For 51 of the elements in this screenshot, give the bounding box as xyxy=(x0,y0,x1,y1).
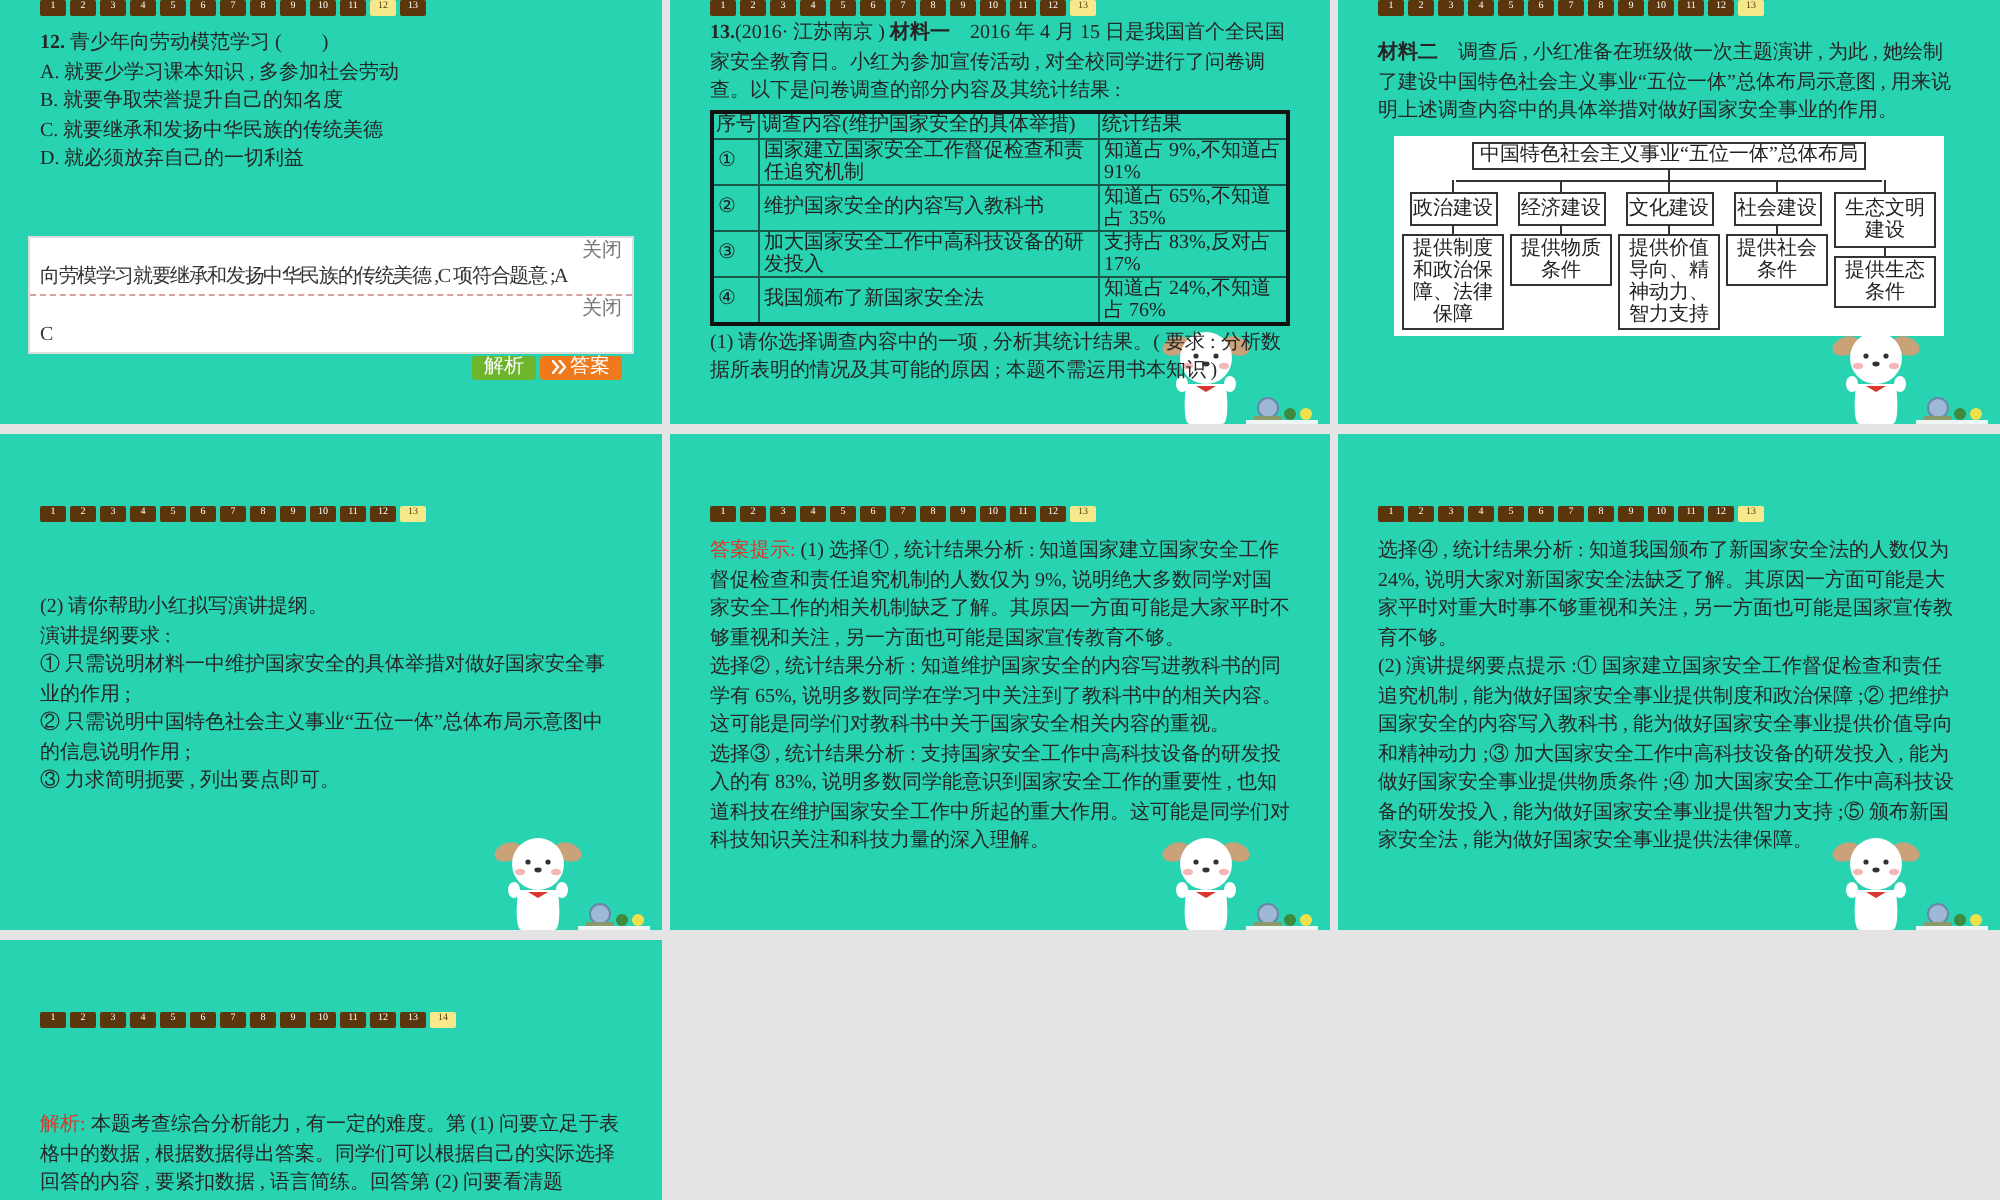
column-header: 统计结果 xyxy=(1099,111,1288,138)
table-cell: 知道占 65%,不知道占 35% xyxy=(1099,184,1288,230)
paragraph-text: 解析: 本题考查综合分析能力 , 有一定的难度。第 (1) 问要立足于表格中的数据 , 根据数据得出答案。同学们可以根据自己的实际选择回答的内容 , 要紧扣数据 , 语言简练。回答第 (2) 问要看清题 xyxy=(40,1112,621,1198)
column-header: 调查内容(维护国家安全的具体举措) xyxy=(759,111,1099,138)
panel-text: 向劳模学习就要继承和发扬中华民族的传统美德 ,C 项符合题意 ;A xyxy=(40,263,570,289)
slide-thumbnail[interactable] xyxy=(1338,0,2000,424)
slide-thumbnail[interactable] xyxy=(670,0,1330,424)
intro-paragraph: 13.(2016· 江苏南京 ) 材料一 2016 年 4 月 15 日是我国首个全民国家安全教育日。小红为参加宣传活动 , 对全校同学进行了问卷调查。以下是问卷调查的部分内容及其统计结果 : xyxy=(710,20,1287,106)
paragraph-text: 选择③ , 统计结果分析 : 支持国家安全工作中高科技设备的研发投入的有 83%, 说明多数同学能意识到国家安全工作的重要性 , 也知道科技在维护国家安全工作中所起的重大作用。这可能是同学们对科技知识关注和科技力量的深入理解。 xyxy=(710,741,1290,856)
slide-thumbnail[interactable] xyxy=(670,434,1330,930)
table-cell: ② xyxy=(712,184,759,230)
diagram-node: 提供生态条件 xyxy=(1834,255,1936,307)
diagram-node: 经济建设 xyxy=(1517,191,1605,225)
diagram-node: 提供价值导向、精神动力、智力支持 xyxy=(1618,233,1720,329)
answer-option: C. 就要继承和发扬中华民族的传统美德 xyxy=(40,117,622,146)
paragraph-text: (2) 演讲提纲要点提示 :① 国家建立国家安全工作督促检查和责任追究机制 , 能为做好国家安全事业提供制度和政治保障 ;② 把维护国家安全的内容写入教科书 , 能为做好国家安全事业提供价值导向和精神动力 ;③ 加大国家安全工作中高科技设备的研发投入 , 能为做好国家安全事业提供物质条件 ;④ 加大国家安全工作中高科技设备的研发投入 , 能为做好国家安全事业提供智力支持 ;⑤ 颁布新国家安全法 , 能为做好国家安全事业提供法律保障。 xyxy=(1378,654,1956,856)
table-cell: 维护国家安全的内容写入教科书 xyxy=(759,184,1099,230)
diagram-title: 中国特色社会主义事业“五位一体”总体布局 xyxy=(1472,141,1866,169)
diagram-node: 文化建设 xyxy=(1625,191,1713,225)
question-text: 12. 青少年向劳动模范学习 ( ) xyxy=(40,30,331,58)
paragraph-text: 答案提示: (1) 选择① , 统计结果分析 : 知道国家建立国家安全工作督促检查和责任追究机制的人数仅为 9%, 说明绝大多数同学对国家安全工作的相关机制缺乏了解。其原因一方面可能是大家平时不够重视和关注 , 另一方面也可能是国家宣传教育不够。 xyxy=(710,538,1290,653)
diagram-node: 提供制度和政治保障、法律保障 xyxy=(1402,233,1504,329)
paragraph-text: ① 只需说明材料一中维护国家安全的具体举措对做好国家安全事业的作用 ; xyxy=(40,652,607,709)
answer-option: D. 就必须放弃自己的一切利益 xyxy=(40,146,622,175)
paragraph-text: 演讲提纲要求 : xyxy=(40,623,173,651)
diagram-node: 提供社会条件 xyxy=(1726,233,1828,285)
table-cell: 知道占 9%,不知道占 91% xyxy=(1099,138,1288,184)
table-cell: 支持占 83%,反对占 17% xyxy=(1099,230,1288,276)
panel-text: C xyxy=(40,321,55,347)
intro-paragraph: 材料二 调查后 , 小红准备在班级做一次主题演讲 , 为此 , 她绘制了建设中国特色社会主义事业“五位一体”总体布局示意图 , 用来说明上述调查内容中的具体举措对做好国家安全事业的作用。 xyxy=(1378,40,1953,126)
table-cell: 我国颁布了新国家安全法 xyxy=(759,276,1099,323)
close-link[interactable]: 关闭 xyxy=(582,239,622,263)
diagram-node: 提供物质条件 xyxy=(1510,233,1612,285)
paragraph-text: ③ 力求简明扼要 , 列出要点即可。 xyxy=(40,768,342,796)
close-link[interactable]: 关闭 xyxy=(582,297,622,321)
table-cell: ③ xyxy=(712,230,759,276)
diagram-node: 生态文明建设 xyxy=(1834,191,1936,247)
paragraph-text: ② 只需说明中国特色社会主义事业“五位一体”总体布局示意图中的信息说明作用 ; xyxy=(40,710,605,767)
double-chevron-icon xyxy=(552,360,566,374)
answer-option: B. 就要争取荣誉提升自己的知名度 xyxy=(40,88,622,117)
slide-thumbnail[interactable] xyxy=(1338,434,2000,930)
paragraph-text: 选择④ , 统计结果分析 : 知道我国颁布了新国家安全法的人数仅为 24%, 说明大家对新国家安全法缺乏了解。其原因一方面可能是大家平时对重大时事不够重视和关注 , 另一方面也可能是国家宣传教育不够。 xyxy=(1378,538,1955,653)
answer-option: A. 就要少学习课本知识 , 多参加社会劳动 xyxy=(40,59,622,88)
diagram-node: 政治建设 xyxy=(1409,191,1497,225)
paragraph-text: (2) 请你帮助小红拟写演讲提纲。 xyxy=(40,594,331,622)
column-header: 序号 xyxy=(712,111,759,138)
table-cell: 国家建立国家安全工作督促检查和责任追究机制 xyxy=(759,138,1099,184)
table-cell: 加大国家安全工作中高科技设备的研发投入 xyxy=(759,230,1099,276)
paragraph-text: 选择② , 统计结果分析 : 知道维护国家安全的内容写进教科书的同学有 65%, 说明多数同学在学习中关注到了教科书中的相关内容。这可能是同学们对教科书中关于国家安全相关内容的重视。 xyxy=(710,654,1284,740)
table-cell: ① xyxy=(712,138,759,184)
diagram-node: 社会建设 xyxy=(1733,191,1821,225)
